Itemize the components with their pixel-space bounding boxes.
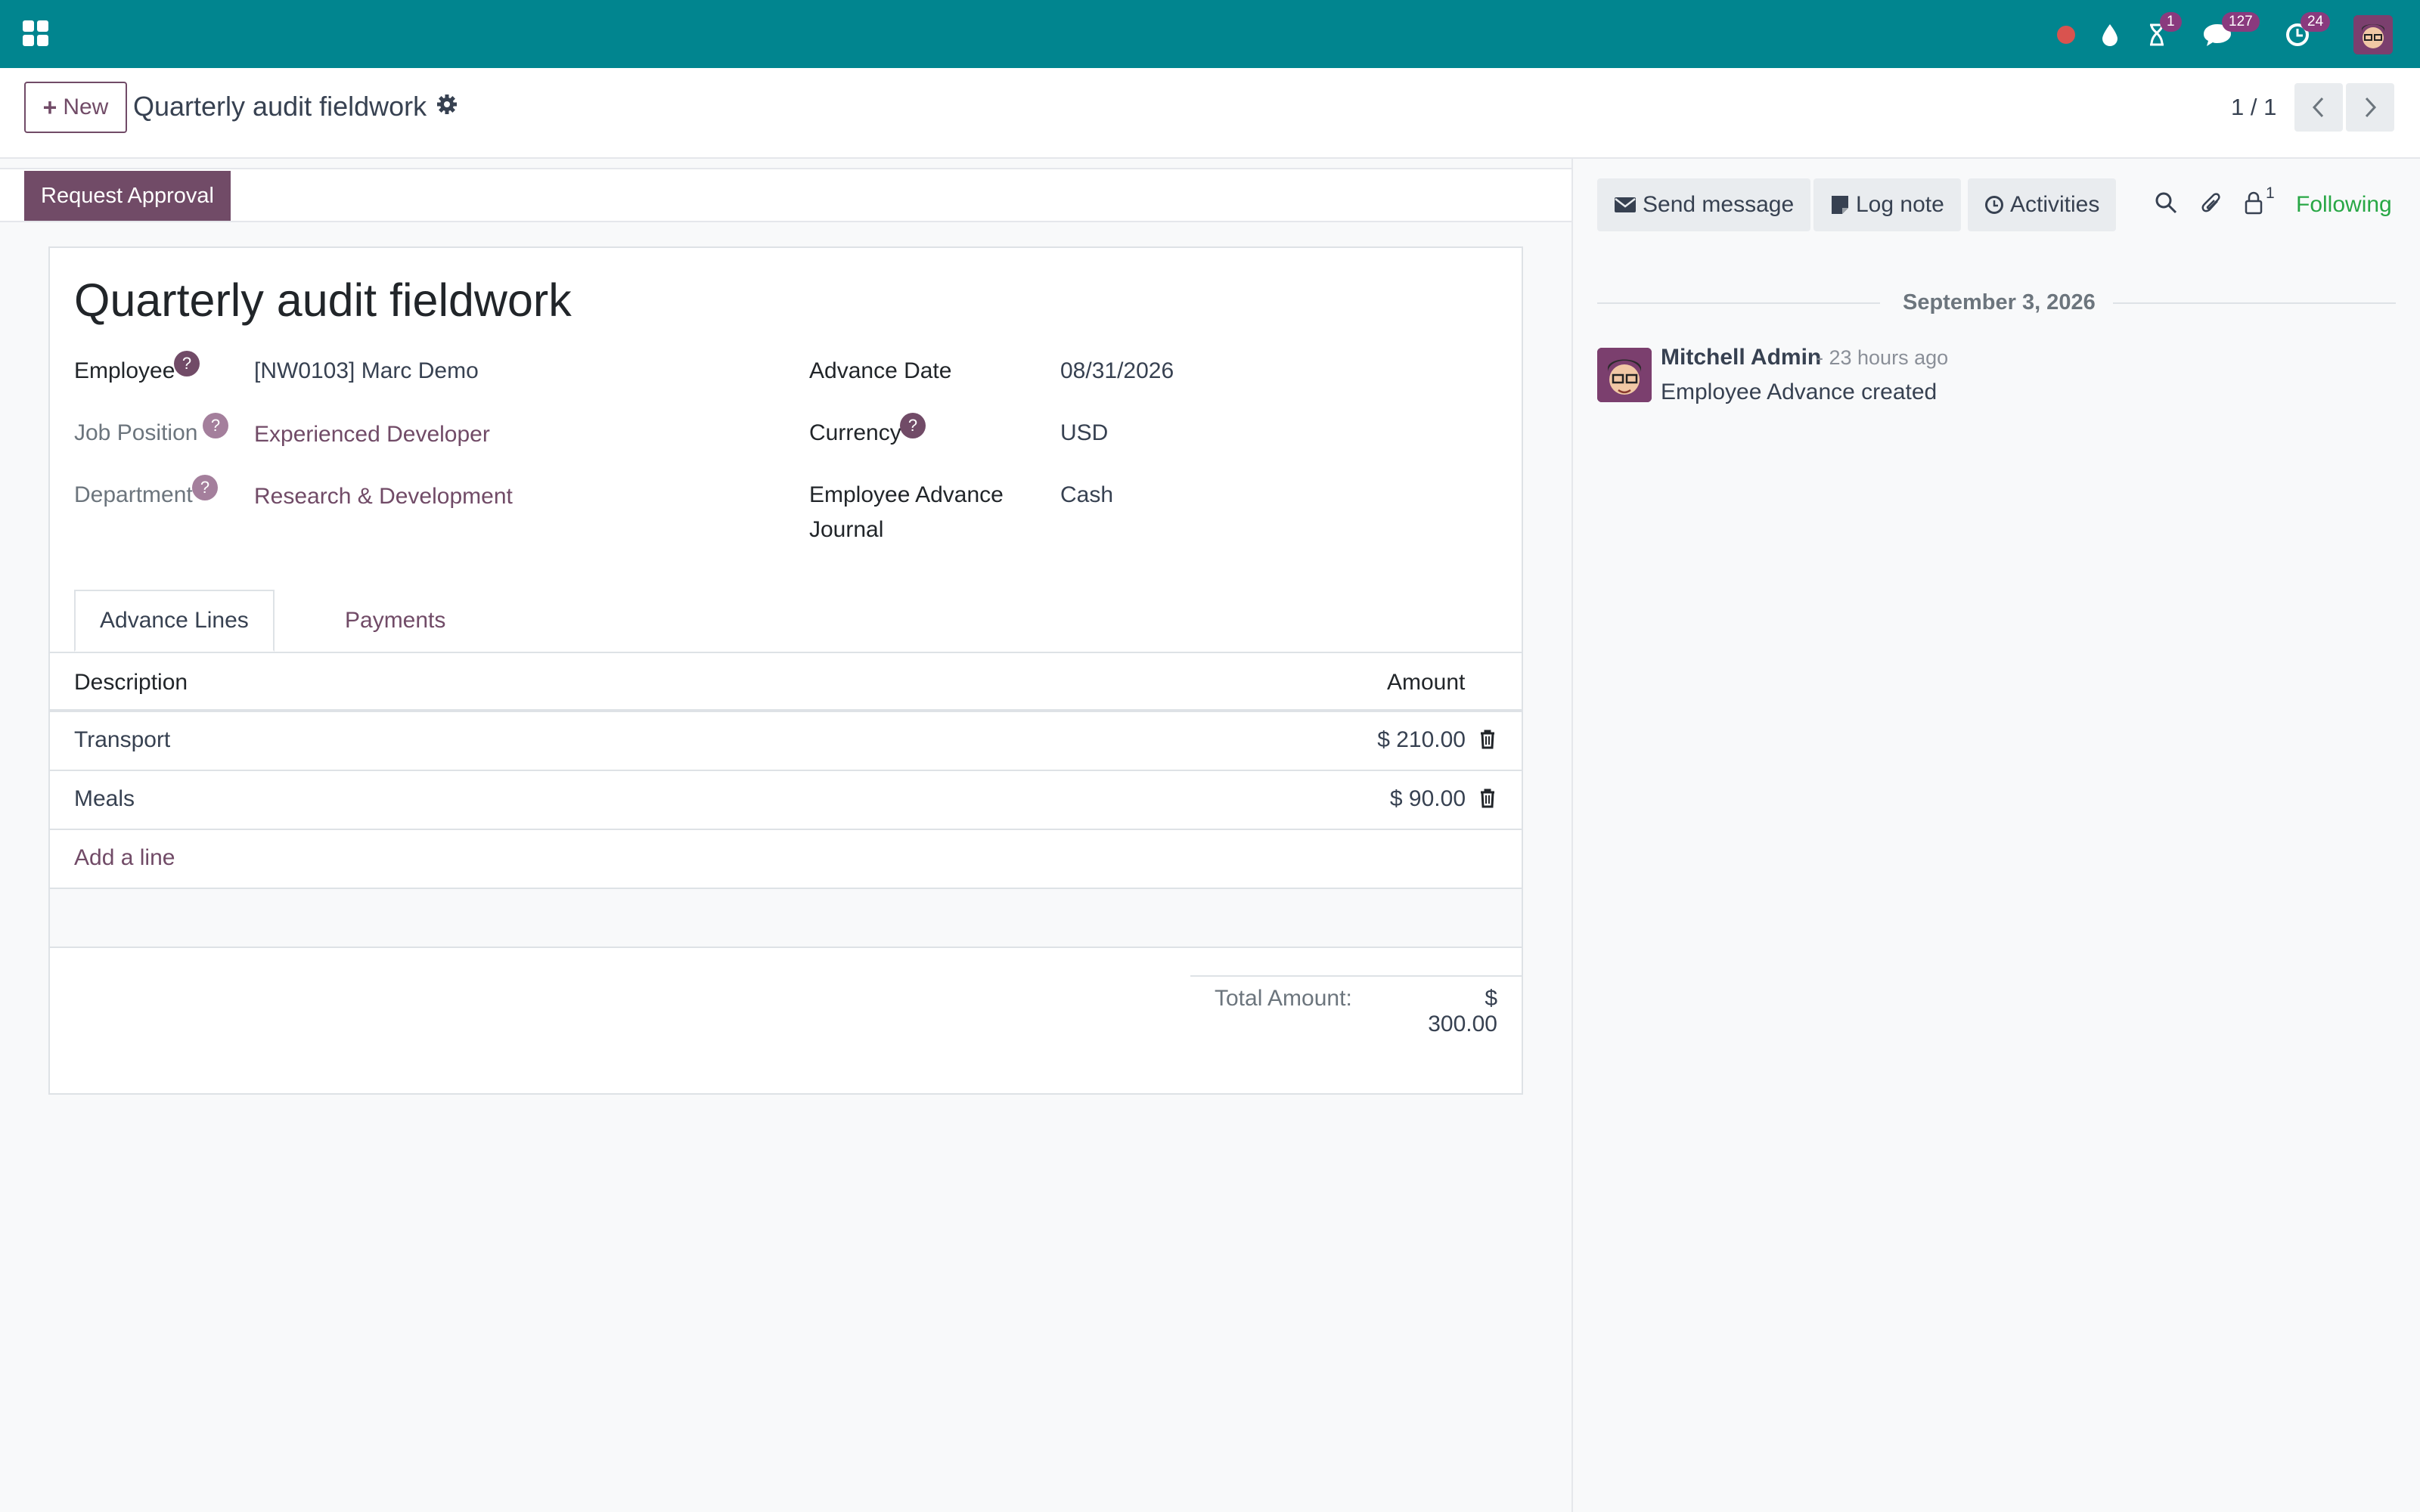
journal-value[interactable]: Cash <box>1060 482 1113 508</box>
following-button[interactable]: Following <box>2296 192 2392 218</box>
log-note-label: Log note <box>1856 192 1944 217</box>
department-label: Department <box>74 482 193 507</box>
gear-icon[interactable] <box>436 93 458 119</box>
new-button-label: New <box>63 94 109 119</box>
log-note-button[interactable]: Log note <box>1813 178 1961 231</box>
chat-badge: 127 <box>2222 12 2260 32</box>
pager-value[interactable]: 1 / 1 <box>2231 94 2276 121</box>
employee-label: Employee <box>74 358 175 383</box>
date-separator-label: September 3, 2026 <box>1903 290 2096 314</box>
advance-date-label: Advance Date <box>809 358 952 383</box>
row-amount[interactable]: $ 210.00 <box>1336 727 1466 753</box>
employee-value[interactable]: [NW0103] Marc Demo <box>254 358 479 384</box>
chevron-left-icon <box>2312 97 2324 118</box>
chatter-divider <box>1571 159 1573 1512</box>
grid-apps-icon[interactable] <box>23 20 48 46</box>
job-position-value[interactable]: Experienced Developer <box>254 422 490 448</box>
hourglass-badge: 1 <box>2160 12 2182 32</box>
total-amount-value: $ 300.00 <box>1428 986 1497 1036</box>
chat-icon[interactable]: 127 <box>2201 12 2260 53</box>
row-description[interactable]: Transport <box>74 727 170 753</box>
user-avatar[interactable] <box>2353 15 2393 54</box>
job-position-label: Job Position <box>74 420 198 445</box>
message-time: - 23 hours ago <box>1817 346 1949 369</box>
recording-dot-icon[interactable] <box>2054 17 2078 53</box>
message-author[interactable]: Mitchell Admin <box>1661 345 1821 370</box>
pager-next-button[interactable] <box>2346 83 2394 132</box>
table-empty-row <box>50 889 1522 948</box>
table-row[interactable]: Transport $ 210.00 <box>50 712 1522 771</box>
clock-icon <box>1985 196 2003 214</box>
department-help-icon[interactable]: ? <box>192 475 218 500</box>
add-a-line-link[interactable]: Add a line <box>74 845 175 871</box>
trash-icon[interactable] <box>1479 789 1496 812</box>
envelope-icon <box>1615 197 1636 212</box>
column-description[interactable]: Description <box>74 670 188 696</box>
table-row[interactable]: Meals $ 90.00 <box>50 771 1522 830</box>
advance-date-value[interactable]: 08/31/2026 <box>1060 358 1174 384</box>
department-value[interactable]: Research & Development <box>254 484 513 510</box>
clock-badge: 24 <box>2301 12 2331 32</box>
control-panel: + New Quarterly audit fieldwork 1 / 1 <box>0 68 2420 159</box>
new-button[interactable]: + New <box>24 82 127 133</box>
message-body: Employee Advance created <box>1661 380 1938 404</box>
send-message-button[interactable]: Send message <box>1597 178 1811 231</box>
total-divider <box>1190 975 1522 977</box>
search-icon[interactable] <box>2154 191 2178 218</box>
followers-count: 1 <box>2266 184 2275 202</box>
hourglass-icon[interactable]: 1 <box>2142 12 2182 53</box>
clock-icon[interactable]: 24 <box>2281 12 2331 53</box>
row-amount[interactable]: $ 90.00 <box>1336 786 1466 812</box>
date-separator: September 3, 2026 <box>1597 287 2396 318</box>
breadcrumb-title: Quarterly audit fieldwork <box>133 91 427 122</box>
note-icon <box>1832 196 1848 214</box>
column-amount[interactable]: Amount <box>1387 670 1465 696</box>
currency-value[interactable]: USD <box>1060 420 1108 446</box>
tab-advance-lines[interactable]: Advance Lines <box>74 590 275 652</box>
followers-lock-icon[interactable]: 1 <box>2243 184 2275 218</box>
currency-label: Currency <box>809 420 901 445</box>
paperclip-icon[interactable] <box>2201 191 2223 220</box>
activities-label: Activities <box>2010 192 2100 217</box>
top-navbar: 1 127 24 <box>0 0 2420 68</box>
send-message-label: Send message <box>1643 192 1795 217</box>
employee-help-icon[interactable]: ? <box>174 351 200 376</box>
table-header: Description Amount <box>50 653 1522 712</box>
droplet-icon[interactable] <box>2098 17 2122 53</box>
plus-icon: + <box>42 93 57 121</box>
record-title[interactable]: Quarterly audit fieldwork <box>74 274 572 327</box>
currency-help-icon[interactable]: ? <box>900 413 926 438</box>
total-amount-label: Total Amount: <box>1215 986 1352 1011</box>
trash-icon[interactable] <box>1479 730 1496 753</box>
status-bar: Request Approval <box>0 168 1573 222</box>
tab-payments[interactable]: Payments <box>321 590 470 652</box>
form-sheet: Quarterly audit fieldwork Employee ? [NW… <box>48 246 1523 1095</box>
request-approval-button[interactable]: Request Approval <box>24 171 231 221</box>
add-line-row: Add a line <box>50 830 1522 889</box>
journal-label-line2: Journal <box>809 517 884 542</box>
chevron-right-icon <box>2365 97 2377 118</box>
job-position-help-icon[interactable]: ? <box>203 413 228 438</box>
journal-label-line1: Employee Advance <box>809 482 1004 507</box>
pager-previous-button[interactable] <box>2294 83 2343 132</box>
row-description[interactable]: Meals <box>74 786 135 812</box>
author-avatar[interactable] <box>1597 348 1652 402</box>
activities-button[interactable]: Activities <box>1968 178 2117 231</box>
